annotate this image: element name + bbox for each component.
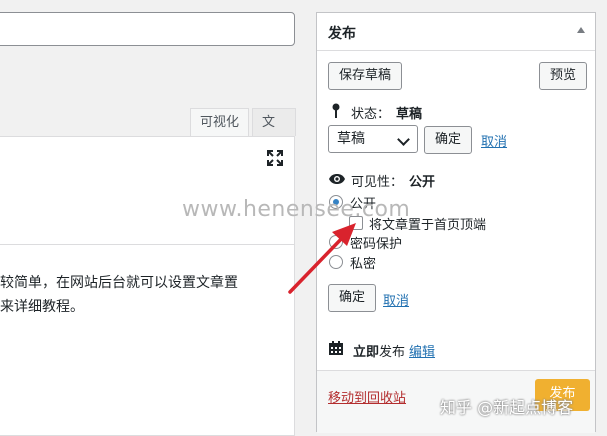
site-watermark: www.henensee.com	[182, 197, 411, 222]
zhihu-watermark: 知乎 @新起点博客	[440, 398, 574, 417]
pin-icon	[332, 103, 340, 118]
calendar-icon	[329, 341, 343, 355]
save-draft-button[interactable]: 保存草稿	[328, 62, 403, 90]
chevron-down-icon	[397, 133, 410, 146]
collapse-arrow-icon[interactable]	[577, 27, 585, 33]
post-content[interactable]: 较简单，在网站后台就可以设置文章置 来详细教程。	[0, 271, 290, 319]
publish-time-label: 发布	[379, 345, 406, 360]
status-label: 状态：	[351, 107, 391, 122]
publish-box-title: 发布	[328, 26, 356, 42]
status-value: 草稿	[396, 107, 423, 122]
move-to-trash-link[interactable]: 移动到回收站	[328, 387, 406, 406]
post-editor[interactable]: 较简单，在网站后台就可以设置文章置 来详细教程。	[0, 136, 295, 436]
publish-time-bold: 立即	[353, 345, 380, 360]
status-select-value: 草稿	[337, 131, 365, 147]
visibility-label: 可见性：	[351, 175, 404, 190]
visibility-value: 公开	[409, 175, 436, 190]
status-ok-button[interactable]: 确定	[424, 126, 473, 154]
editor-toolbar	[0, 137, 294, 245]
eye-icon	[329, 174, 345, 184]
edit-publish-time-link[interactable]: 编辑	[409, 341, 435, 360]
visibility-ok-button[interactable]: 确定	[328, 284, 377, 312]
visibility-private-radio[interactable]	[329, 255, 343, 269]
tab-text[interactable]: 文本	[252, 108, 296, 158]
content-line: 较简单，在网站后台就可以设置文章置	[0, 275, 238, 291]
visibility-private-label: 私密	[350, 257, 377, 272]
visibility-cancel-link[interactable]: 取消	[383, 290, 409, 309]
publish-box: 发布 保存草稿 预览 状态： 草稿 草稿 确定 取消 可见性： 公开 公开 将文…	[316, 12, 596, 433]
status-select[interactable]: 草稿	[328, 125, 418, 153]
fullscreen-icon[interactable]	[266, 149, 284, 167]
status-cancel-link[interactable]: 取消	[481, 131, 507, 150]
publish-box-header: 发布	[317, 13, 595, 51]
visibility-password-radio[interactable]	[329, 235, 343, 249]
tab-visual[interactable]: 可视化	[190, 108, 249, 136]
post-title-input[interactable]	[0, 12, 295, 46]
preview-button[interactable]: 预览	[539, 62, 588, 90]
visibility-password-label: 密码保护	[350, 237, 403, 252]
content-line: 来详细教程。	[0, 299, 84, 315]
